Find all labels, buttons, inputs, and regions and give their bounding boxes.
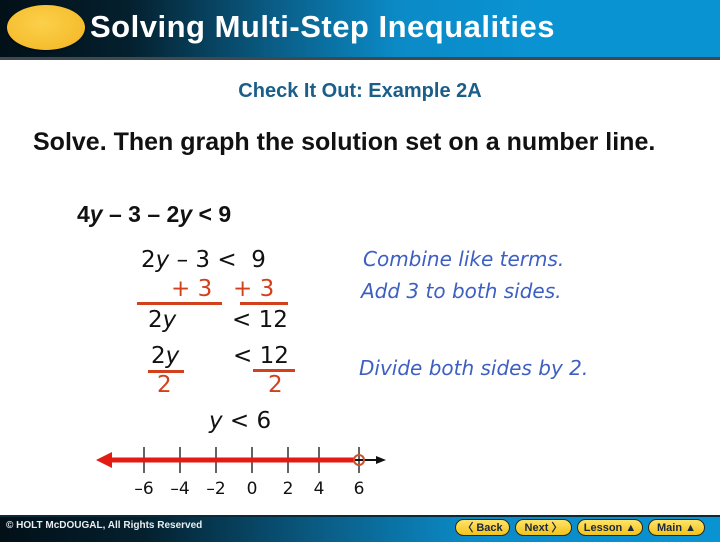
note-combine: Combine like terms. xyxy=(363,247,565,271)
sun-logo-icon xyxy=(7,5,85,50)
main-label: Main xyxy=(656,522,683,534)
home-icon: ▲ xyxy=(685,522,696,534)
left-arrow-icon xyxy=(96,452,112,468)
tick-label: 4 xyxy=(314,479,325,499)
banner-divider xyxy=(0,57,720,60)
instructions: Solve. Then graph the solution set on a … xyxy=(33,128,656,156)
step-1: 2y – 3 < 9 xyxy=(141,247,266,273)
tick-label: –6 xyxy=(134,479,153,499)
step-3-right: < 12 xyxy=(232,307,288,333)
copyright: © HOLT McDOUGAL, All Rights Reserved xyxy=(6,520,203,531)
tick-label: 2 xyxy=(283,479,294,499)
lesson-button[interactable]: Lesson ▲ xyxy=(577,519,643,536)
note-add: Add 3 to both sides. xyxy=(361,279,562,303)
number-line: –6 –4 –2 0 2 4 6 xyxy=(96,447,386,499)
tick-label: –4 xyxy=(170,479,189,499)
step-2-right: + 3 xyxy=(233,276,275,302)
step-4-right-denominator: 2 xyxy=(268,372,283,398)
note-divide: Divide both sides by 2. xyxy=(359,356,589,380)
tick-label: –2 xyxy=(206,479,225,499)
step-2-underline-left xyxy=(137,302,222,305)
lesson-label: Lesson xyxy=(583,522,623,534)
step-4-right: < 12 xyxy=(233,343,289,369)
next-button[interactable]: Next 〉 xyxy=(515,519,572,536)
back-button[interactable]: 〈 Back xyxy=(455,519,510,536)
problem-inequality: 4y – 3 – 2y < 9 xyxy=(77,201,232,227)
page-title: Solving Multi-Step Inequalities xyxy=(90,9,556,44)
tick-label: 6 xyxy=(354,479,365,499)
example-heading: Check It Out: Example 2A xyxy=(238,80,482,102)
step-4-left-numerator: 2y xyxy=(151,343,180,369)
main-button[interactable]: Main ▲ xyxy=(648,519,705,536)
home-icon: ▲ xyxy=(625,522,637,534)
solution-result: y < 6 xyxy=(209,408,272,434)
tick-label: 0 xyxy=(247,479,258,499)
step-4-left-denominator: 2 xyxy=(157,372,172,398)
step-2-left: + 3 xyxy=(171,276,213,302)
right-arrow-icon xyxy=(376,456,386,464)
step-2-underline-right xyxy=(240,302,288,305)
step-3-left: 2y xyxy=(148,307,177,333)
